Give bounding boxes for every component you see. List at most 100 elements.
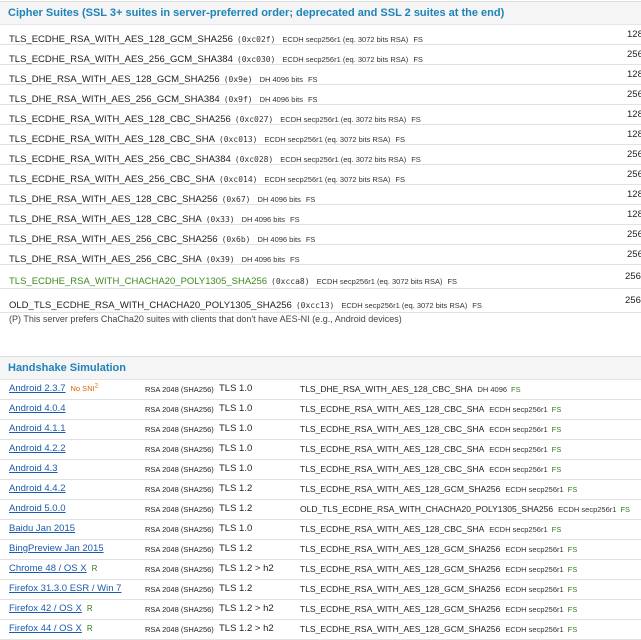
forward-secrecy-label: FS [411, 155, 421, 164]
key-exchange-info: ECDH secp256r1 [489, 465, 548, 474]
protocol-version: TLS 1.2 > h2 [219, 603, 274, 614]
handshake-row: Android 5.0.0 RSA 2048 (SHA256) TLS 1.2 OLD… [0, 499, 641, 520]
key-exchange-info: ECDH secp256r1 [558, 505, 617, 514]
cipher-suite-name: OLD_TLS_ECDHE_RSA_WITH_CHACHA20_POLY1305… [9, 300, 292, 311]
server-key-info: RSA 2048 (SHA256) [145, 505, 214, 514]
client-link[interactable]: Firefox 31.3.0 ESR / Win 7 [9, 583, 121, 594]
negotiated-suite-cell: TLS_ECDHE_RSA_WITH_AES_128_GCM_SHA256 ECD… [300, 484, 577, 494]
cipher-suite-row: TLS_ECDHE_RSA_WITH_AES_256_CBC_SHA384 (0x… [0, 144, 641, 165]
handshake-simulation-title: Handshake Simulation [8, 362, 126, 374]
forward-secrecy-label: FS [511, 385, 521, 394]
cipher-suites-header: Cipher Suites (SSL 3+ suites in server-p… [0, 1, 641, 25]
forward-secrecy-label: FS [395, 135, 405, 144]
protocol-version: TLS 1.2 [219, 543, 253, 554]
client-link[interactable]: Android 4.2.2 [9, 443, 66, 454]
cipher-suite-code: (0x6b) [221, 235, 251, 244]
forward-secrecy-label: FS [413, 55, 423, 64]
handshake-row: Firefox 44 / OS X R RSA 2048 (SHA256) TLS 1… [0, 619, 641, 640]
client-cell: Android 4.1.1 [9, 423, 66, 434]
cipher-suite-row: TLS_DHE_RSA_WITH_AES_256_CBC_SHA256 (0x6b… [0, 224, 641, 245]
client-cell: Android 4.4.2 [9, 483, 66, 494]
handshake-row: Chrome 48 / OS X R RSA 2048 (SHA256) TLS 1.… [0, 559, 641, 580]
client-link[interactable]: Android 4.1.1 [9, 423, 66, 434]
cipher-strength-bits: 256 [625, 295, 641, 306]
cipher-suite-code: (0x9e) [223, 75, 253, 84]
no-sni-text: No SNI [70, 384, 95, 393]
client-cell: Android 4.3 [9, 463, 58, 474]
server-key-info: RSA 2048 (SHA256) [145, 465, 214, 474]
negotiated-suite-cell: TLS_ECDHE_RSA_WITH_AES_128_CBC_SHA ECDH s… [300, 444, 561, 454]
server-key-info: RSA 2048 (SHA256) [145, 385, 214, 394]
protocol-version: TLS 1.0 [219, 443, 253, 454]
cipher-suite-row: TLS_ECDHE_RSA_WITH_AES_128_CBC_SHA256 (0x… [0, 104, 641, 125]
client-link[interactable]: Baidu Jan 2015 [9, 523, 75, 534]
client-link[interactable]: Android 4.0.4 [9, 403, 66, 414]
cipher-strength-bits: 256 [627, 89, 641, 100]
handshake-row: Android 2.3.7 No SNI2 RSA 2048 (SHA256) TLS… [0, 379, 641, 400]
forward-secrecy-label: FS [305, 195, 316, 204]
no-sni-badge: No SNI2 [70, 384, 99, 394]
negotiated-suite-cell: TLS_ECDHE_RSA_WITH_AES_128_CBC_SHA ECDH s… [300, 424, 561, 434]
server-key-info: RSA 2048 (SHA256) [145, 445, 214, 454]
client-link[interactable]: Firefox 44 / OS X [9, 623, 82, 634]
negotiated-suite-cell: TLS_ECDHE_RSA_WITH_AES_128_GCM_SHA256 ECD… [300, 604, 577, 614]
forward-secrecy-label: FS [567, 605, 578, 614]
cipher-suite-row: TLS_ECDHE_RSA_WITH_CHACHA20_POLY1305_SHA… [0, 264, 641, 289]
cipher-suite-row: OLD_TLS_ECDHE_RSA_WITH_CHACHA20_POLY1305… [0, 288, 641, 313]
negotiated-suite-cell: TLS_ECDHE_RSA_WITH_AES_128_CBC_SHA ECDH s… [300, 464, 561, 474]
client-link[interactable]: Chrome 48 / OS X [9, 563, 87, 574]
client-cell: Firefox 31.3.0 ESR / Win 7 [9, 583, 121, 594]
cipher-suite-row: TLS_ECDHE_RSA_WITH_AES_128_GCM_SHA256 (0x… [0, 24, 641, 45]
protocol-version: TLS 1.0 [219, 383, 253, 394]
cipher-strength-bits: 256 [627, 49, 641, 60]
cipher-suite-cell: TLS_ECDHE_RSA_WITH_CHACHA20_POLY1305_SHA… [9, 271, 457, 289]
cipher-suite-row: TLS_ECDHE_RSA_WITH_AES_256_CBC_SHA (0xc01… [0, 164, 641, 185]
forward-secrecy-label: FS [551, 525, 562, 534]
handshake-row: Android 4.2.2 RSA 2048 (SHA256) TLS 1.0 TLS… [0, 439, 641, 460]
cipher-suite-name: TLS_ECDHE_RSA_WITH_CHACHA20_POLY1305_SHA… [9, 276, 268, 287]
protocol-version: TLS 1.2 > h2 [219, 563, 274, 574]
client-link[interactable]: Android 2.3.7 [9, 383, 66, 394]
client-link[interactable]: Firefox 42 / OS X [9, 603, 82, 614]
forward-secrecy-label: FS [567, 485, 578, 494]
cipher-suite-code: (0xcc13) [295, 301, 335, 310]
handshake-row: Baidu Jan 2015 RSA 2048 (SHA256) TLS 1.0 TL… [0, 519, 641, 540]
forward-secrecy-label: FS [567, 565, 578, 574]
client-link[interactable]: BingPreview Jan 2015 [9, 543, 104, 554]
cipher-suite-row: TLS_DHE_RSA_WITH_AES_256_CBC_SHA (0x39) DH… [0, 244, 641, 265]
key-exchange-info: ECDH secp256r1 [489, 425, 548, 434]
key-exchange-info: ECDH secp256r1 (eq. 3072 bits RSA) [280, 115, 407, 124]
client-link[interactable]: Android 5.0.0 [9, 503, 66, 514]
forward-secrecy-label: FS [551, 425, 562, 434]
negotiated-suite-name: TLS_ECDHE_RSA_WITH_AES_128_GCM_SHA256 [300, 564, 501, 574]
key-exchange-info: ECDH secp256r1 (eq. 3072 bits RSA) [264, 135, 391, 144]
reference-browser-badge: R [86, 604, 93, 613]
forward-secrecy-label: FS [411, 115, 421, 124]
client-link[interactable]: Android 4.3 [9, 463, 58, 474]
negotiated-suite-name: TLS_ECDHE_RSA_WITH_AES_128_GCM_SHA256 [300, 624, 501, 634]
negotiated-suite-name: OLD_TLS_ECDHE_RSA_WITH_CHACHA20_POLY1305… [300, 504, 554, 514]
protocol-version: TLS 1.0 [219, 523, 253, 534]
client-cell: Android 5.0.0 [9, 503, 66, 514]
cipher-suite-code: (0xc027) [234, 115, 274, 124]
forward-secrecy-label: FS [551, 405, 562, 414]
client-link[interactable]: Android 4.4.2 [9, 483, 66, 494]
key-exchange-info: ECDH secp256r1 [505, 565, 564, 574]
cipher-suite-row: TLS_DHE_RSA_WITH_AES_128_GCM_SHA256 (0x9e… [0, 64, 641, 85]
cipher-suite-code: (0xc02f) [236, 35, 276, 44]
negotiated-suite-name: TLS_ECDHE_RSA_WITH_AES_128_CBC_SHA [300, 464, 485, 474]
key-exchange-info: ECDH secp256r1 [505, 485, 564, 494]
negotiated-suite-name: TLS_ECDHE_RSA_WITH_AES_128_GCM_SHA256 [300, 604, 501, 614]
reference-browser-badge: R [91, 564, 98, 573]
negotiated-suite-cell: TLS_ECDHE_RSA_WITH_AES_128_CBC_SHA ECDH s… [300, 524, 561, 534]
forward-secrecy-label: FS [447, 277, 458, 286]
negotiated-suite-name: TLS_ECDHE_RSA_WITH_AES_128_GCM_SHA256 [300, 584, 501, 594]
forward-secrecy-label: FS [551, 465, 562, 474]
forward-secrecy-label: FS [567, 545, 578, 554]
server-key-info: RSA 2048 (SHA256) [145, 605, 214, 614]
server-key-info: RSA 2048 (SHA256) [145, 405, 214, 414]
key-exchange-info: DH 4096 bits [241, 255, 285, 264]
cipher-strength-bits: 128 [627, 209, 641, 220]
forward-secrecy-label: FS [567, 585, 578, 594]
handshake-row: Android 4.0.4 RSA 2048 (SHA256) TLS 1.0 TLS… [0, 399, 641, 420]
